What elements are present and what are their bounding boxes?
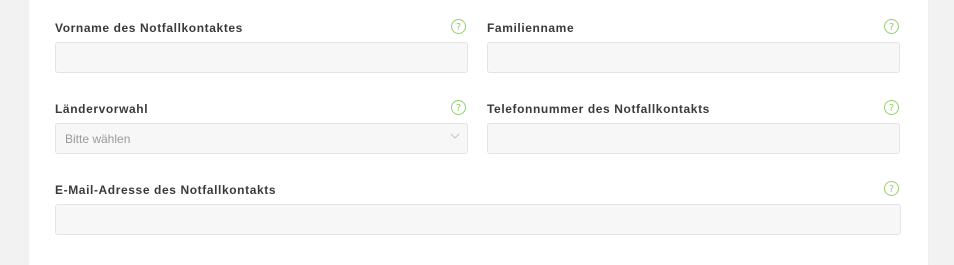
country-code-label: Ländervorwahl [55, 102, 149, 116]
country-code-select[interactable]: Bitte wählen [55, 123, 468, 154]
help-icon[interactable]: ? [451, 100, 466, 115]
phone-input[interactable] [487, 123, 900, 154]
first-name-label: Vorname des Notfallkontaktes [55, 21, 243, 35]
country-code-selected-value: Bitte wählen [65, 132, 131, 146]
country-code-field: Ländervorwahl ? Bitte wählen [55, 100, 468, 157]
help-icon[interactable]: ? [451, 19, 466, 34]
email-field: E-Mail-Adresse des Notfallkontakts ? [55, 181, 901, 238]
phone-label: Telefonnummer des Notfallkontakts [487, 102, 710, 116]
help-icon[interactable]: ? [884, 181, 899, 196]
phone-field: Telefonnummer des Notfallkontakts ? [487, 100, 901, 157]
help-icon[interactable]: ? [884, 100, 899, 115]
last-name-label: Familienname [487, 21, 575, 35]
chevron-down-icon [450, 131, 460, 141]
email-label: E-Mail-Adresse des Notfallkontakts [55, 183, 277, 197]
first-name-field: Vorname des Notfallkontaktes ? [55, 19, 468, 76]
emergency-contact-form: Vorname des Notfallkontaktes ? Familienn… [29, 0, 928, 265]
last-name-field: Familienname ? [487, 19, 901, 76]
first-name-input[interactable] [55, 42, 468, 73]
help-icon[interactable]: ? [884, 19, 899, 34]
email-input[interactable] [55, 204, 901, 235]
last-name-input[interactable] [487, 42, 900, 73]
